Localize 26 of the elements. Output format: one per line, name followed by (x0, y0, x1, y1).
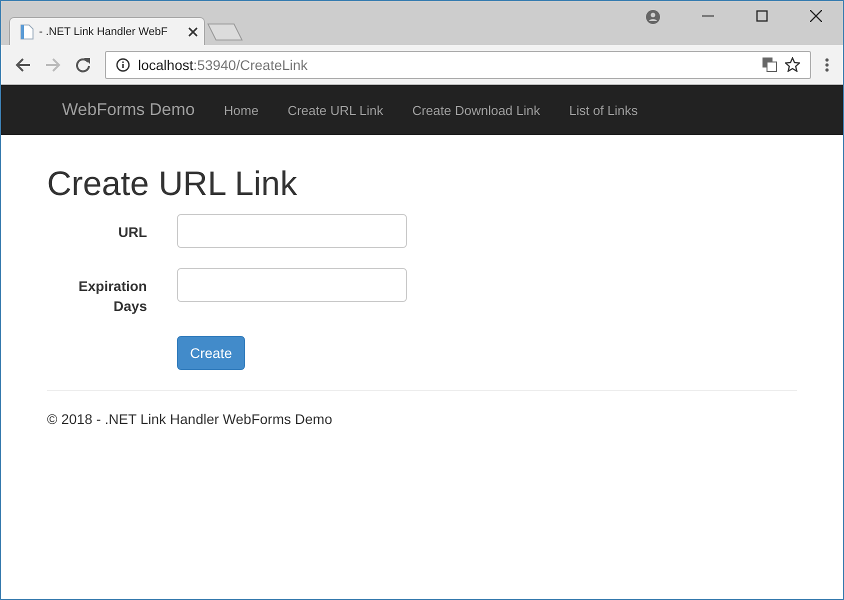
back-icon[interactable] (15, 56, 31, 72)
close-icon[interactable] (810, 10, 822, 22)
input-field[interactable] (177, 214, 407, 248)
tab-title: - .NET Link Handler WebF (39, 26, 169, 38)
field-label: URL (117, 223, 147, 242)
close-icon[interactable] (188, 26, 198, 36)
address-bar[interactable]: localhost:53940/CreateLink (105, 50, 811, 78)
info-icon (116, 58, 130, 72)
input-field[interactable] (177, 268, 407, 302)
field-label: Expiration Days (78, 277, 147, 316)
page-title: Create URL Link (47, 165, 298, 204)
page-icon (20, 24, 34, 40)
maximize-icon[interactable] (756, 10, 768, 22)
create-button[interactable]: Create (177, 336, 246, 370)
browser-tab[interactable]: - .NET Link Handler WebF (9, 17, 205, 45)
reload-icon[interactable] (75, 56, 91, 72)
star-icon[interactable] (785, 57, 800, 72)
address-text: localhost:53940/CreateLink (138, 56, 308, 72)
footer-text: © 2018 - .NET Link Handler WebForms Demo (47, 411, 334, 427)
nav-link[interactable]: Create Download Link (412, 102, 540, 118)
menu-icon[interactable] (825, 58, 829, 72)
nav-link[interactable]: Create URL Link (288, 102, 384, 118)
brand-link[interactable]: WebForms Demo (62, 100, 195, 120)
nav-link[interactable]: List of Links (569, 102, 638, 118)
profile-icon[interactable] (646, 10, 660, 24)
nav-link[interactable]: Home (224, 102, 259, 118)
